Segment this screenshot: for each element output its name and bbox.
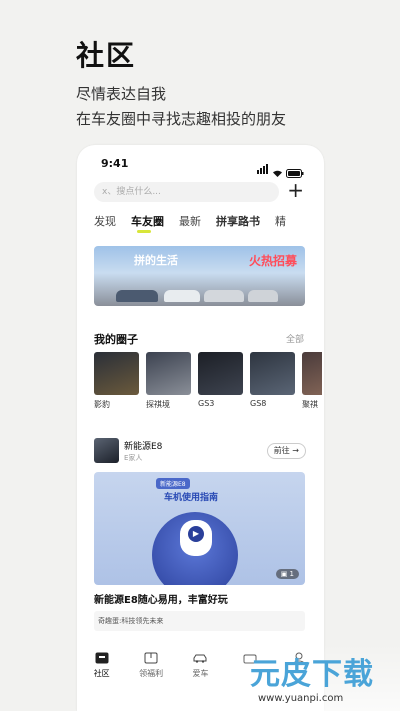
circles-list: 影豹 探祺境 GS3 GS8 聚祺 <box>94 352 322 410</box>
circle-item[interactable]: GS3 <box>198 352 243 410</box>
phone-screen: 9:41 x、搜点什么... + 发现 车友圈 最新 拼享路书 精 拼的生活 火… <box>77 145 324 711</box>
signal-icon <box>257 159 269 178</box>
tab-car-circle[interactable]: 车友圈 <box>131 213 164 233</box>
nav-label: 社区 <box>93 669 110 678</box>
my-circles-all-link[interactable]: 全部 <box>286 332 304 345</box>
circle-label: GS3 <box>198 399 215 408</box>
image-tag: 新能源E8 <box>156 478 190 489</box>
tab-discover[interactable]: 发现 <box>94 213 116 229</box>
battery-icon <box>286 169 304 178</box>
banner-recruit: 火热招募 <box>248 254 297 268</box>
circle-label: GS8 <box>250 399 267 408</box>
circle-members: E家人 <box>124 454 143 462</box>
image-count: 1 <box>289 570 294 578</box>
hero-subtitle-line2: 在车友圈中寻找志趣相投的朋友 <box>76 110 287 128</box>
promo-banner[interactable]: 拼的生活 火热招募 <box>94 246 305 306</box>
circle-thumbnail <box>198 352 243 395</box>
circle-label: 探祺境 <box>146 400 170 409</box>
play-icon[interactable]: ▶ <box>188 526 204 542</box>
banner-title: 拼的生活 <box>134 254 178 267</box>
circle-thumbnail <box>94 352 139 395</box>
nav-my-car[interactable]: 爱车 <box>180 652 220 692</box>
status-icons <box>257 159 304 178</box>
circle-item[interactable]: GS8 <box>250 352 295 410</box>
car-icon <box>193 654 207 663</box>
circle-label: 聚祺 <box>302 400 318 409</box>
watermark-url: www.yuanpi.com <box>258 693 344 704</box>
circle-item[interactable]: 影豹 <box>94 352 139 410</box>
goto-button[interactable]: 前往 → <box>266 443 306 459</box>
tab-bar: 发现 车友圈 最新 拼享路书 精 <box>94 213 286 233</box>
post-image[interactable]: 新能源E8 车机使用指南 ▶ ▣ 1 <box>94 472 305 585</box>
circle-thumbnail <box>302 352 322 395</box>
my-circles-title: 我的圈子 <box>94 333 138 346</box>
car-image <box>204 290 244 302</box>
car-image <box>116 290 158 302</box>
circle-item[interactable]: 探祺境 <box>146 352 191 410</box>
tab-road-book[interactable]: 拼享路书 <box>216 213 260 229</box>
image-count-badge: ▣ 1 <box>275 569 299 579</box>
circle-avatar[interactable] <box>94 438 119 463</box>
status-time: 9:41 <box>101 157 129 170</box>
wifi-icon <box>273 170 282 177</box>
watermark-title: 元皮下载 <box>250 657 374 692</box>
circle-item[interactable]: 聚祺 <box>302 352 322 410</box>
circle-label: 影豹 <box>94 400 110 409</box>
search-input[interactable]: x、搜点什么... <box>94 182 279 202</box>
post-header: 新能源E8 E家人 前往 → <box>94 438 306 468</box>
image-title: 车机使用指南 <box>164 493 219 503</box>
post-comment[interactable]: 奇趣蛋:科技领先未来 <box>94 611 305 631</box>
circle-thumbnail <box>146 352 191 395</box>
hero-title: 社区 <box>76 39 137 72</box>
post-caption[interactable]: 新能源E8随心易用，丰富好玩 <box>94 591 228 606</box>
nav-community[interactable]: 社区 <box>82 652 122 692</box>
hero-subtitle-line1: 尽情表达自我 <box>76 85 167 103</box>
circle-thumbnail <box>250 352 295 395</box>
gift-icon <box>144 652 158 664</box>
community-icon <box>95 652 109 664</box>
nav-label: 爱车 <box>192 669 209 678</box>
nav-label: 领福利 <box>139 669 164 678</box>
car-image <box>164 290 200 302</box>
tab-latest[interactable]: 最新 <box>179 213 201 229</box>
tab-more[interactable]: 精 <box>275 213 286 229</box>
circle-name[interactable]: 新能源E8 <box>124 439 162 452</box>
add-icon[interactable]: + <box>287 178 304 202</box>
car-image <box>248 290 278 302</box>
nav-benefits[interactable]: 领福利 <box>131 652 171 692</box>
watermark: 元皮下载 www.yuanpi.com <box>238 643 400 711</box>
